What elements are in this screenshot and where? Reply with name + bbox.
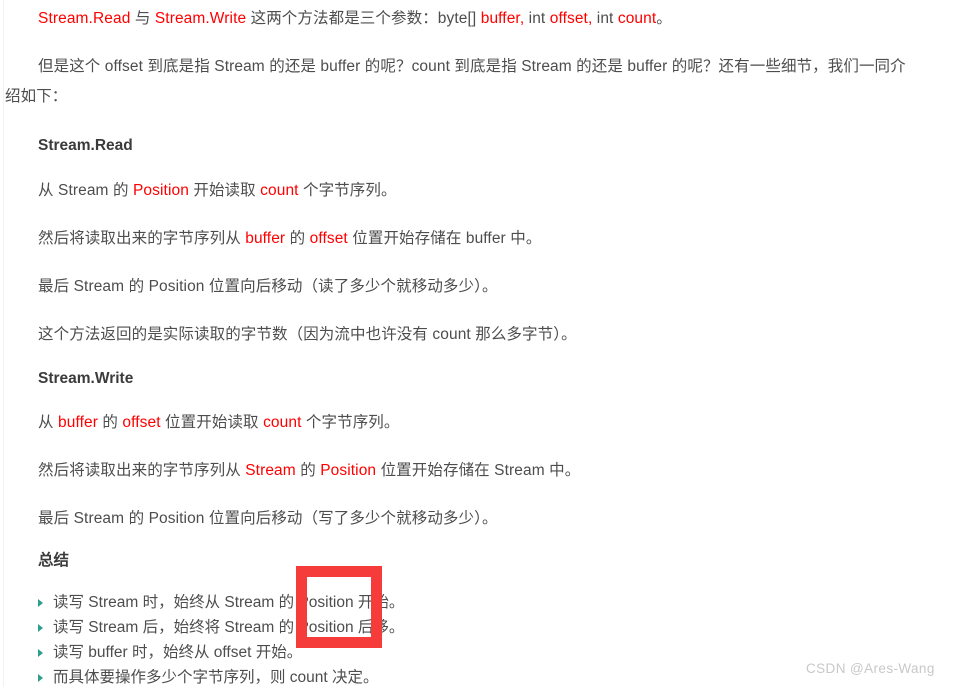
- read-p1-text-a: 从 Stream 的: [38, 182, 133, 199]
- write-p1-code-buffer: buffer: [58, 414, 98, 431]
- article-page: Stream.Read 与 Stream.Write 这两个方法都是三个参数：b…: [0, 0, 955, 687]
- stream-read-paragraph-3-block: 最后 Stream 的 Position 位置向后移动（读了多少个就移动多少）。: [0, 272, 955, 302]
- list-item-label: 读写 Stream 后，始终将 Stream 的 Position 后移。: [53, 619, 405, 636]
- intro-line-1-block: Stream.Read 与 Stream.Write 这两个方法都是三个参数：b…: [0, 4, 955, 34]
- list-item-label: 而具体要操作多少个字节序列，则 count 决定。: [53, 669, 379, 686]
- read-p1-code-count: count: [260, 182, 299, 199]
- list-item: 读写 Stream 时，始终从 Stream 的 Position 开始。: [38, 590, 955, 615]
- intro-paragraph-2: 但是这个 offset 到底是指 Stream 的还是 buffer 的呢？co…: [0, 52, 955, 112]
- read-p2-code-buffer: buffer: [245, 230, 286, 247]
- triangle-bullet-icon: [38, 649, 43, 657]
- heading-summary: 总结: [38, 552, 70, 569]
- stream-read-paragraph-4: 这个方法返回的是实际读取的字节数（因为流中也许没有 count 那么多字节）。: [38, 326, 577, 343]
- stream-read-heading-block: Stream.Read: [0, 131, 955, 161]
- triangle-bullet-icon: [38, 674, 43, 682]
- stream-read-paragraph-1: 从 Stream 的 Position 开始读取 count 个字节序列。: [0, 176, 955, 206]
- stream-read-paragraph-3: 最后 Stream 的 Position 位置向后移动（读了多少个就移动多少）。: [38, 278, 498, 295]
- stream-write-paragraph-2-block: 然后将读取出来的字节序列从 Stream 的 Position 位置开始存储在 …: [0, 456, 955, 486]
- stream-read-paragraph-4-block: 这个方法返回的是实际读取的字节数（因为流中也许没有 count 那么多字节）。: [0, 320, 955, 350]
- stream-read-paragraph-1-block: 从 Stream 的 Position 开始读取 count 个字节序列。: [0, 176, 955, 206]
- write-p2-code-stream: Stream: [245, 462, 296, 479]
- write-p1-text-g: 个字节序列。: [301, 414, 400, 431]
- write-p2-code-position: Position: [320, 462, 377, 479]
- read-p2-code-offset: offset: [309, 230, 348, 247]
- stream-write-heading-block: Stream.Write: [0, 364, 955, 394]
- write-p1-code-count: count: [263, 414, 302, 431]
- heading-stream-write: Stream.Write: [38, 370, 134, 387]
- code-buffer-param: buffer,: [480, 10, 525, 27]
- write-p1-code-offset: offset: [122, 414, 161, 431]
- code-stream-read: Stream.Read: [38, 10, 131, 27]
- triangle-bullet-icon: [38, 599, 43, 607]
- heading-stream-read: Stream.Read: [38, 137, 133, 154]
- write-p2-text-e: 位置开始存储在 Stream 中。: [376, 462, 581, 479]
- intro-text-4: int: [592, 10, 618, 27]
- stream-write-paragraph-1-block: 从 buffer 的 offset 位置开始读取 count 个字节序列。: [0, 408, 955, 438]
- code-offset-param: offset,: [549, 10, 593, 27]
- intro-text-5: 。: [656, 10, 672, 27]
- code-stream-write: Stream.Write: [154, 10, 247, 27]
- stream-read-paragraph-2: 然后将读取出来的字节序列从 buffer 的 offset 位置开始存储在 bu…: [0, 224, 955, 254]
- read-p2-text-e: 位置开始存储在 buffer 中。: [347, 230, 542, 247]
- intro-line-2-block: 但是这个 offset 到底是指 Stream 的还是 buffer 的呢？co…: [0, 52, 955, 112]
- list-item: 读写 Stream 后，始终将 Stream 的 Position 后移。: [38, 615, 955, 640]
- read-p2-text-c: 的: [285, 230, 310, 247]
- intro-paragraph-2-line-1: 但是这个 offset 到底是指 Stream 的还是 buffer 的呢？co…: [38, 58, 906, 75]
- read-p1-text-e: 个字节序列。: [298, 182, 397, 199]
- triangle-bullet-icon: [38, 624, 43, 632]
- list-item-label: 读写 buffer 时，始终从 offset 开始。: [53, 644, 303, 661]
- intro-text-3: int: [524, 10, 550, 27]
- write-p2-text-a: 然后将读取出来的字节序列从: [38, 462, 246, 479]
- intro-text-1: 与: [130, 10, 155, 27]
- summary-heading-block: 总结: [0, 546, 955, 576]
- stream-read-paragraph-2-block: 然后将读取出来的字节序列从 buffer 的 offset 位置开始存储在 bu…: [0, 224, 955, 254]
- stream-write-paragraph-3: 最后 Stream 的 Position 位置向后移动（写了多少个就移动多少）。: [38, 510, 498, 527]
- stream-write-paragraph-2: 然后将读取出来的字节序列从 Stream 的 Position 位置开始存储在 …: [0, 456, 955, 486]
- read-p1-code-position: Position: [132, 182, 189, 199]
- write-p1-text-a: 从: [38, 414, 59, 431]
- write-p1-text-e: 位置开始读取: [160, 414, 264, 431]
- csdn-watermark: CSDN @Ares-Wang: [806, 661, 935, 676]
- list-item-label: 读写 Stream 时，始终从 Stream 的 Position 开始。: [53, 594, 405, 611]
- intro-paragraph-1: Stream.Read 与 Stream.Write 这两个方法都是三个参数：b…: [0, 4, 955, 34]
- write-p1-text-c: 的: [97, 414, 123, 431]
- stream-write-paragraph-3-block: 最后 Stream 的 Position 位置向后移动（写了多少个就移动多少）。: [0, 504, 955, 534]
- write-p2-text-c: 的: [295, 462, 321, 479]
- stream-write-paragraph-1: 从 buffer 的 offset 位置开始读取 count 个字节序列。: [0, 408, 955, 438]
- read-p2-text-a: 然后将读取出来的字节序列从: [38, 230, 246, 247]
- intro-text-2: 这两个方法都是三个参数：byte[]: [246, 10, 481, 27]
- intro-paragraph-2-line-2: 绍如下：: [5, 88, 68, 105]
- code-count-param: count: [617, 10, 657, 27]
- read-p1-text-c: 开始读取: [188, 182, 261, 199]
